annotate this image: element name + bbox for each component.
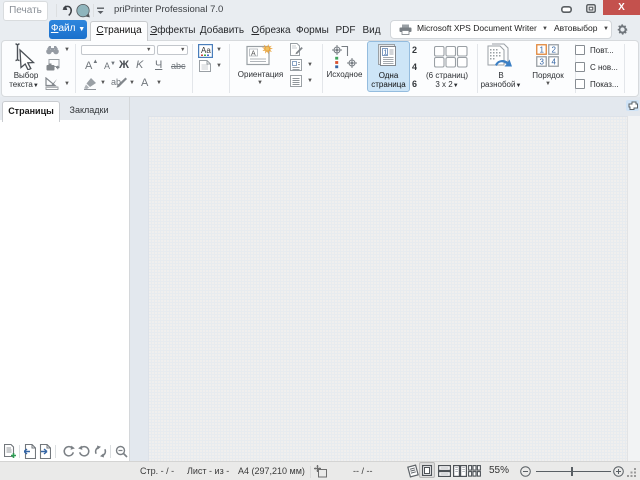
svg-text:3: 3 <box>540 57 545 66</box>
svg-text:1: 1 <box>384 50 388 57</box>
svg-text:Aa: Aa <box>201 46 211 55</box>
svg-text:A: A <box>251 51 256 58</box>
svg-text:1: 1 <box>540 45 545 54</box>
svg-text:2: 2 <box>552 45 557 54</box>
svg-text:4: 4 <box>552 57 557 66</box>
